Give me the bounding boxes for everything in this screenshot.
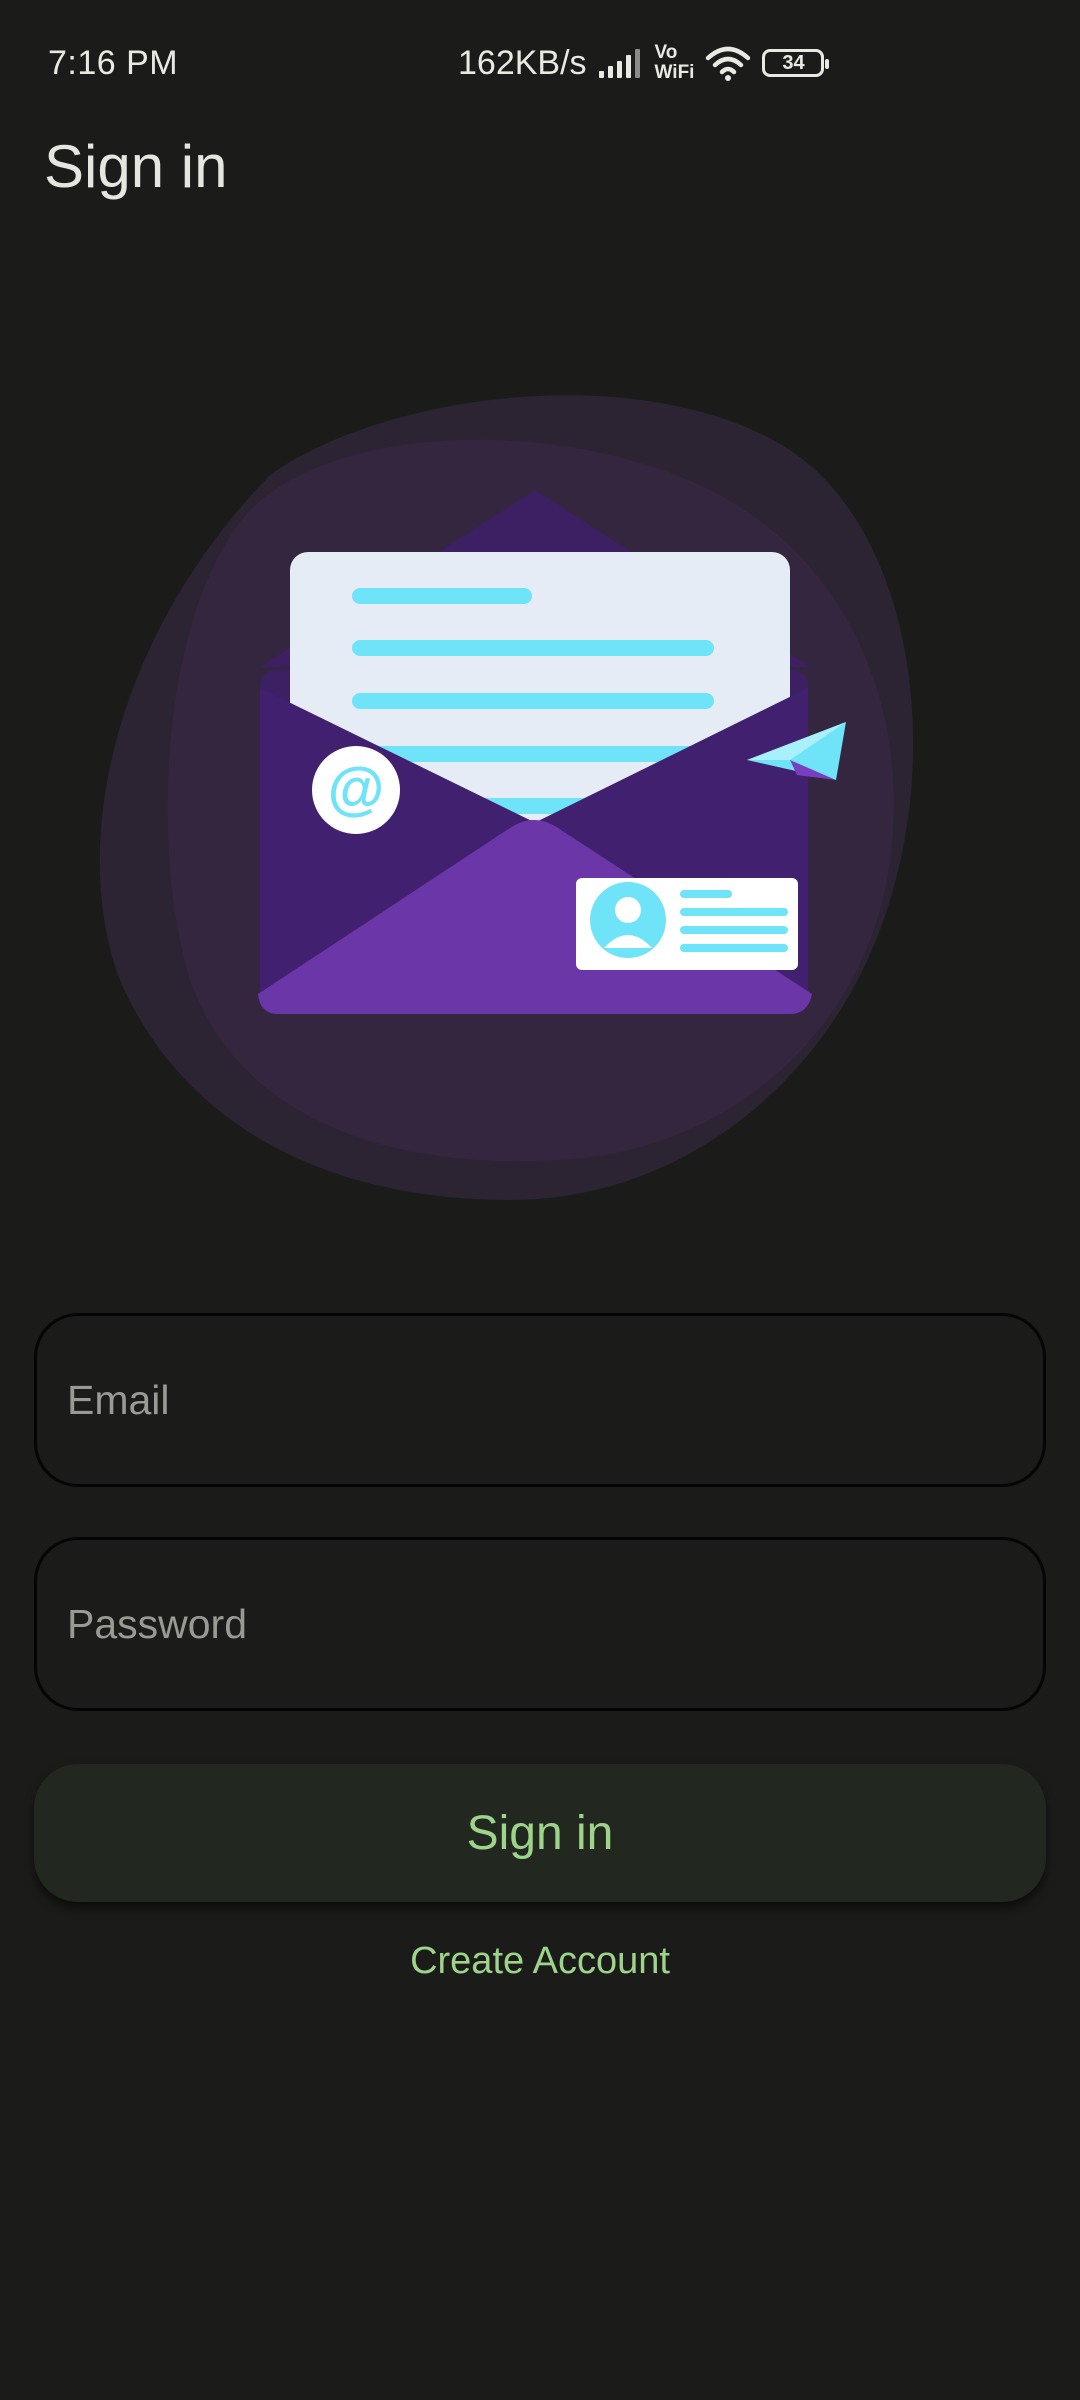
status-time: 7:16 PM: [48, 44, 179, 82]
network-speed: 162KB/s: [458, 43, 587, 82]
svg-text:@: @: [328, 756, 385, 821]
signal-icon: [598, 49, 640, 78]
vowifi-top-label: Vo: [654, 42, 678, 63]
envelope-illustration: @: [99, 395, 914, 1201]
email-input[interactable]: [37, 1376, 1043, 1424]
battery-level: 34: [782, 51, 805, 74]
letter-line: [352, 693, 714, 709]
at-sign-icon: @: [312, 746, 400, 834]
status-bar: 7:16 PM 162KB/s Vo WiFi 34: [0, 0, 1080, 130]
status-indicators: 162KB/s Vo WiFi 34: [458, 38, 830, 88]
wifi-icon: [706, 46, 751, 81]
email-field[interactable]: [34, 1313, 1046, 1487]
sign-in-screen: 7:16 PM 162KB/s Vo WiFi 34 Sign in @ Ema…: [0, 0, 1080, 2400]
battery-icon: 34: [762, 49, 830, 77]
password-input[interactable]: [37, 1600, 1043, 1648]
create-account-link[interactable]: Create Account: [0, 1940, 1080, 1983]
vowifi-icon: Vo WiFi: [655, 43, 695, 83]
password-field[interactable]: [34, 1537, 1046, 1711]
letter-line: [352, 588, 532, 604]
letter-line: [352, 640, 714, 656]
vowifi-bottom-label: WiFi: [654, 62, 695, 83]
sign-in-button[interactable]: Sign in: [34, 1764, 1046, 1902]
contact-card-icon: [576, 878, 798, 970]
page-title: Sign in: [44, 133, 228, 200]
